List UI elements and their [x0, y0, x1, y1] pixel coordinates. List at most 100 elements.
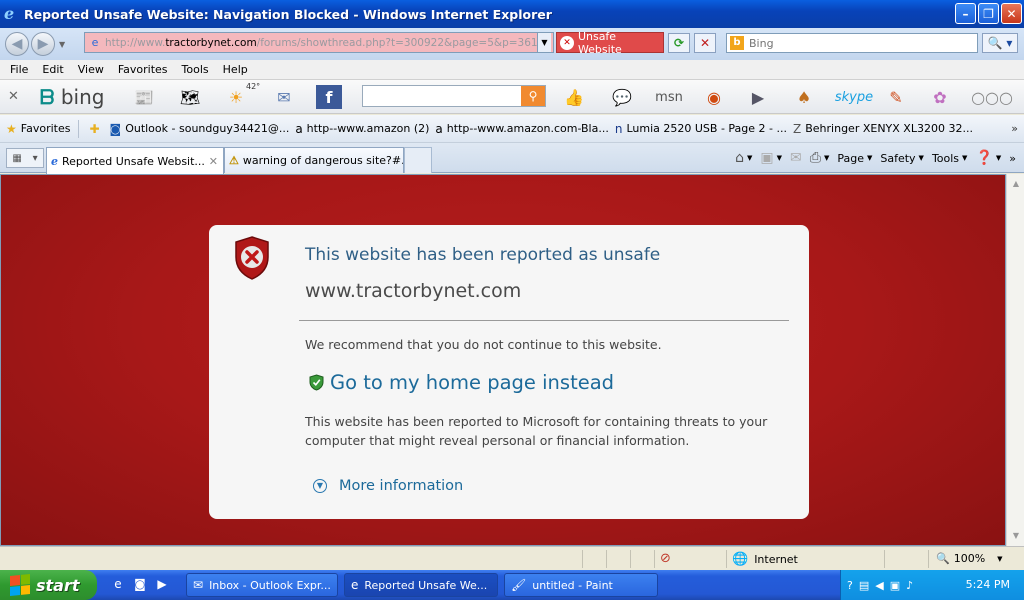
status-divider [630, 550, 631, 568]
quick-tabs-button[interactable]: ▦ ▾ [6, 148, 44, 168]
green-shield-icon [309, 374, 324, 391]
help-tray-icon[interactable]: ? [847, 579, 853, 592]
favorite-item[interactable]: ◙ Outlook - soundguy34421@... [110, 122, 290, 136]
more-icon[interactable]: ○○○ [971, 85, 1013, 109]
expand-tray-icon[interactable]: ◀ [875, 579, 883, 592]
favorite-item[interactable]: n Lumia 2520 USB - Page 2 - ... [615, 122, 787, 136]
feeds-button[interactable]: ▣ ▼ [760, 150, 782, 166]
tab-reported-unsafe[interactable]: e Reported Unsafe Websit... ✕ [46, 147, 224, 174]
maps-icon[interactable]: 🗺 [176, 85, 204, 109]
unsafe-shield-icon [235, 236, 269, 280]
network-tray-icon[interactable]: ▤ [859, 579, 869, 592]
menu-favorites[interactable]: Favorites [118, 63, 168, 76]
outlook-quicklaunch-icon[interactable]: ◙ [132, 577, 148, 593]
more-information-text[interactable]: More information [339, 478, 463, 494]
add-favorite-button[interactable]: ✚ [89, 122, 103, 136]
favorites-overflow-icon[interactable]: » [1011, 122, 1018, 135]
close-tab-icon[interactable]: ✕ [209, 155, 218, 168]
address-bar[interactable]: e http://www.tractorbynet.com/forums/sho… [84, 32, 554, 53]
games-icon[interactable]: ♠ [790, 85, 818, 109]
status-divider [928, 550, 929, 568]
status-divider [582, 550, 583, 568]
video-icon[interactable]: ▶ [744, 85, 772, 109]
bing-logo[interactable]: ᗷ bing [40, 85, 104, 109]
system-tray: ? ▤ ◀ ▣ ♪ 5:24 PM [840, 570, 1024, 600]
page-menu[interactable]: Page ▼ [837, 152, 872, 165]
command-overflow-icon[interactable]: » [1009, 152, 1016, 165]
fun-icon[interactable]: ✿ [926, 85, 954, 109]
security-zone[interactable]: 🌐 Internet [732, 552, 798, 567]
divider [299, 320, 789, 321]
tools-menu[interactable]: Tools ▼ [932, 152, 968, 165]
volume-tray-icon[interactable]: ♪ [906, 579, 913, 592]
blocked-site-name: www.tractorbynet.com [305, 280, 522, 302]
taskbar-item-paint[interactable]: 🖌 untitled - Paint [504, 573, 658, 597]
menu-view[interactable]: View [78, 63, 104, 76]
star-icon: ★ [6, 121, 17, 136]
facebook-icon[interactable]: f [316, 85, 342, 109]
like-icon[interactable]: 👍 [560, 85, 588, 109]
news-icon[interactable]: 📰 [130, 85, 158, 109]
recent-pages-dropdown[interactable]: ▼ [59, 40, 65, 49]
zoom-level[interactable]: 🔍 100% ▼ [936, 552, 1003, 565]
status-bar: ⊘ 🌐 Internet 🔍 100% ▼ [0, 546, 1024, 570]
print-button[interactable]: ⎙ ▼ [810, 150, 830, 166]
new-tab-button[interactable] [404, 147, 432, 173]
maximize-button[interactable]: ❐ [978, 3, 999, 24]
security-tray-icon[interactable]: ▣ [890, 579, 900, 592]
blocked-content-icon[interactable]: ⊘ [660, 551, 671, 566]
msn-icon[interactable]: msn [648, 85, 690, 109]
media-quicklaunch-icon[interactable]: ▶ [154, 577, 170, 593]
expand-chevron-icon[interactable]: ▼ [313, 479, 327, 493]
vertical-scrollbar[interactable]: ▲ ▼ [1006, 174, 1024, 546]
scroll-down-icon[interactable]: ▼ [1008, 528, 1024, 544]
favorite-item[interactable]: a http--www.amazon.com-Bla... [435, 122, 608, 136]
stop-button[interactable]: ✕ [694, 33, 716, 53]
menu-help[interactable]: Help [223, 63, 248, 76]
paint-icon[interactable]: ✎ [882, 85, 910, 109]
refresh-button[interactable]: ⟳ [668, 33, 690, 53]
security-status-badge[interactable]: ✕ Unsafe Website [556, 30, 664, 56]
start-button[interactable]: start [0, 570, 97, 600]
menu-tools[interactable]: Tools [182, 63, 209, 76]
bing-search-field[interactable]: ⚲ [362, 85, 546, 107]
help-button[interactable]: ❓ ▼ [975, 150, 1001, 166]
tab-warning-dangerous[interactable]: ⚠ warning of dangerous site?#... [224, 147, 404, 173]
music-icon[interactable]: ◉ [700, 85, 728, 109]
tab-list-dropdown-icon[interactable]: ▾ [33, 153, 38, 164]
read-mail-button[interactable]: ✉ [790, 150, 802, 166]
clock[interactable]: 5:24 PM [966, 578, 1010, 591]
search-box[interactable]: b [726, 33, 978, 53]
ie-logo-icon: e [4, 4, 15, 23]
favorites-button[interactable]: ★ Favorites [6, 122, 70, 136]
more-information-toggle[interactable]: ▼ More information [313, 478, 463, 494]
menu-file[interactable]: File [10, 63, 28, 76]
back-button[interactable]: ◀ [5, 32, 29, 56]
safety-menu[interactable]: Safety ▼ [880, 152, 924, 165]
forward-button[interactable]: ▶ [31, 32, 55, 56]
status-divider [726, 550, 727, 568]
bing-toolbar-close-button[interactable]: ✕ [8, 89, 19, 104]
favorite-item[interactable]: a http--www.amazon (2) [295, 122, 429, 136]
close-button[interactable]: ✕ [1001, 3, 1022, 24]
ie-quicklaunch-icon[interactable]: e [110, 577, 126, 593]
bing-search-go-icon[interactable]: ⚲ [521, 86, 545, 106]
scroll-up-icon[interactable]: ▲ [1008, 176, 1024, 192]
search-input[interactable] [749, 36, 969, 50]
home-button[interactable]: ⌂ ▼ [735, 150, 752, 166]
warning-heading: This website has been reported as unsafe [305, 245, 661, 265]
minimize-button[interactable]: – [955, 3, 976, 24]
home-page-link-text[interactable]: Go to my home page instead [330, 371, 614, 394]
mail-icon[interactable]: ✉ [270, 85, 298, 109]
address-url[interactable]: http://www.tractorbynet.com/forums/showt… [103, 37, 537, 49]
taskbar-item-outlook[interactable]: ✉ Inbox - Outlook Expr... [186, 573, 338, 597]
favorite-item[interactable]: Z Behringer XENYX XL3200 32... [793, 122, 973, 136]
address-dropdown-button[interactable]: ▼ [537, 33, 551, 52]
chat-icon[interactable]: 💬 [608, 85, 636, 109]
taskbar: start e ◙ ▶ ✉ Inbox - Outlook Expr... e Re… [0, 570, 1024, 600]
home-page-link[interactable]: Go to my home page instead [309, 371, 614, 394]
taskbar-item-ie[interactable]: e Reported Unsafe We... [344, 573, 498, 597]
skype-icon[interactable]: skype [834, 85, 874, 109]
menu-edit[interactable]: Edit [42, 63, 63, 76]
search-button[interactable]: 🔍 ▾ [982, 33, 1018, 53]
